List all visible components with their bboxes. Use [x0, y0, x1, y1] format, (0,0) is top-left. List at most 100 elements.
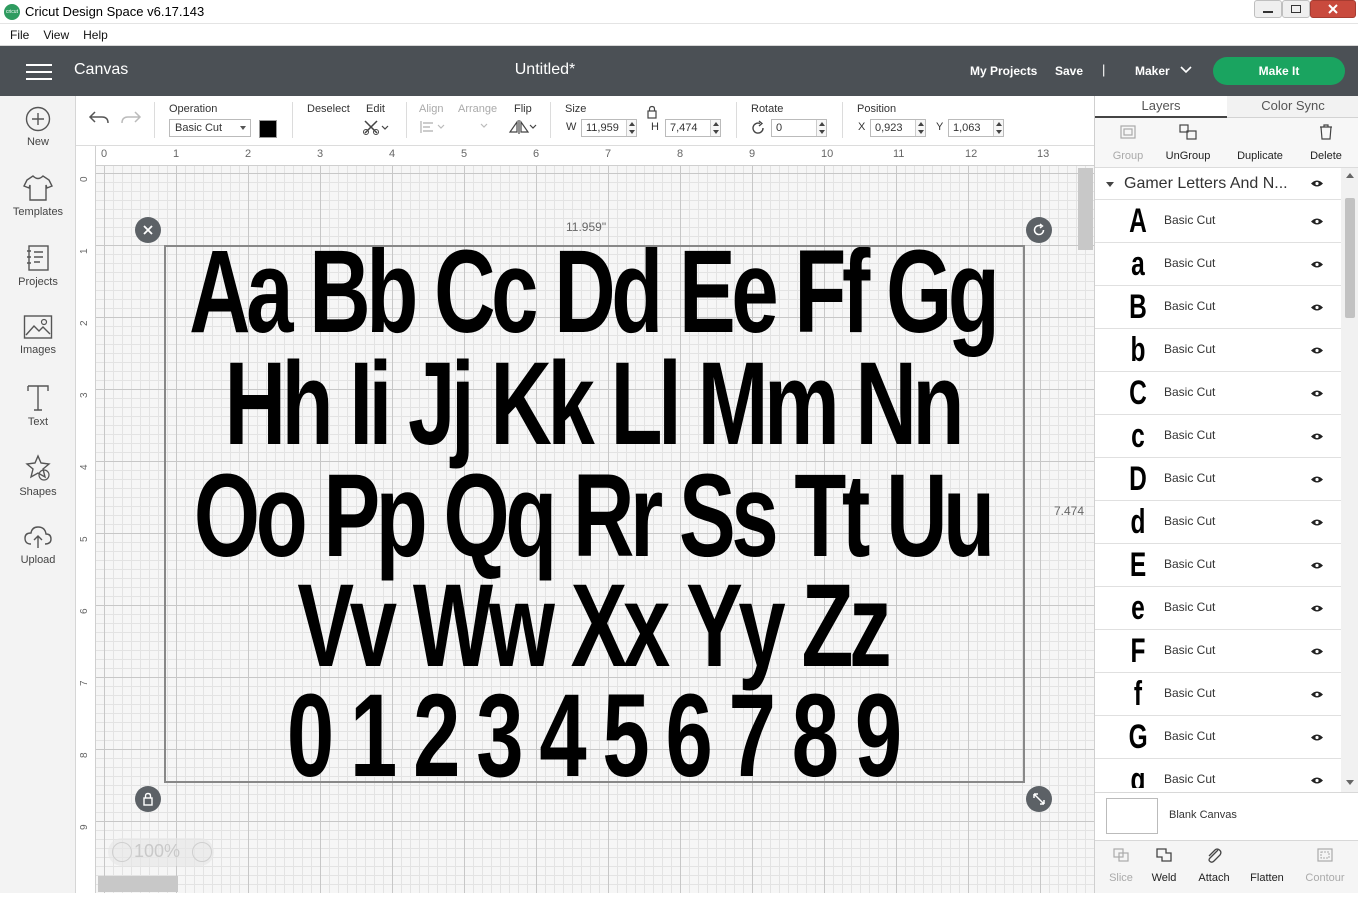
eye-icon[interactable]	[1310, 733, 1324, 742]
rail-shapes[interactable]: Shapes	[0, 454, 76, 498]
y-position-stepper[interactable]	[993, 120, 1003, 136]
eye-icon[interactable]	[1310, 776, 1324, 785]
width-input[interactable]: 11,959	[581, 119, 637, 137]
rotate-handle[interactable]	[1026, 217, 1052, 243]
maximize-icon	[1291, 5, 1301, 13]
chevron-down-icon[interactable]	[1180, 66, 1192, 74]
zoom-in-button[interactable]	[192, 842, 212, 862]
resize-handle[interactable]	[1026, 786, 1052, 812]
proportion-lock-handle[interactable]	[135, 786, 161, 812]
undo-icon[interactable]	[88, 110, 110, 126]
blank-canvas-row[interactable]: Blank Canvas	[1095, 792, 1358, 840]
weld-button[interactable]: Weld	[1138, 847, 1190, 884]
canvas-vertical-scrollbar[interactable]	[1078, 168, 1093, 250]
attach-button[interactable]: Attach	[1188, 847, 1240, 884]
layer-row[interactable]: A Basic Cut	[1095, 200, 1341, 243]
layer-row[interactable]: b Basic Cut	[1095, 329, 1341, 372]
canvas-horizontal-scrollbar[interactable]	[98, 876, 178, 892]
layer-row[interactable]: a Basic Cut	[1095, 243, 1341, 286]
scrollbar-thumb[interactable]	[1345, 198, 1355, 318]
weld-icon	[1156, 848, 1172, 862]
ruler-number: 11	[893, 148, 905, 160]
close-window-button[interactable]	[1310, 0, 1356, 18]
x-position-stepper[interactable]	[915, 120, 925, 136]
collapse-arrow-icon[interactable]	[1106, 182, 1114, 187]
canvas-swatch[interactable]	[1106, 798, 1158, 834]
menu-file[interactable]: File	[10, 28, 29, 42]
menu-view[interactable]: View	[43, 28, 69, 42]
tab-layers[interactable]: Layers	[1095, 96, 1227, 118]
x-position-input[interactable]: 0,923	[870, 119, 926, 137]
delete-button[interactable]: Delete	[1293, 123, 1358, 162]
ungroup-button[interactable]: UnGroup	[1155, 123, 1221, 162]
rail-text[interactable]: Text	[0, 384, 76, 428]
layer-row[interactable]: g Basic Cut	[1095, 759, 1341, 788]
flip-icon[interactable]	[508, 118, 538, 136]
rotate-stepper[interactable]	[816, 120, 826, 136]
scroll-up-icon[interactable]	[1346, 172, 1354, 178]
ruler-number: 8	[79, 752, 90, 758]
eye-icon[interactable]	[1310, 475, 1324, 484]
rail-images[interactable]: Images	[0, 314, 76, 356]
maximize-button[interactable]	[1282, 0, 1310, 18]
layer-row[interactable]: D Basic Cut	[1095, 458, 1341, 501]
edit-scissors-icon[interactable]	[362, 118, 390, 136]
redo-icon[interactable]	[120, 110, 142, 126]
minimize-button[interactable]	[1254, 0, 1282, 18]
eye-icon[interactable]	[1310, 260, 1324, 269]
tab-color-sync[interactable]: Color Sync	[1227, 96, 1358, 118]
rail-templates[interactable]: Templates	[0, 174, 76, 218]
my-projects-link[interactable]: My Projects	[970, 64, 1037, 78]
eye-icon[interactable]	[1310, 690, 1324, 699]
operation-color-swatch[interactable]	[259, 120, 277, 138]
y-position-input[interactable]: 1,063	[948, 119, 1004, 137]
contour-button[interactable]: Contour	[1299, 847, 1351, 884]
layer-row[interactable]: C Basic Cut	[1095, 372, 1341, 415]
eye-icon[interactable]	[1310, 303, 1324, 312]
zoom-out-button[interactable]	[112, 842, 132, 862]
layer-row[interactable]: F Basic Cut	[1095, 630, 1341, 673]
layer-row[interactable]: G Basic Cut	[1095, 716, 1341, 759]
operation-select[interactable]: Basic Cut	[169, 119, 251, 137]
eye-icon[interactable]	[1310, 647, 1324, 656]
layer-group-row[interactable]: Gamer Letters And N...	[1095, 168, 1341, 200]
eye-icon[interactable]	[1310, 346, 1324, 355]
lock-icon[interactable]	[646, 105, 658, 119]
layer-row[interactable]: B Basic Cut	[1095, 286, 1341, 329]
eye-icon[interactable]	[1310, 561, 1324, 570]
layer-row[interactable]: d Basic Cut	[1095, 501, 1341, 544]
height-input[interactable]: 7,474	[665, 119, 721, 137]
height-stepper[interactable]	[710, 120, 720, 136]
menu-help[interactable]: Help	[83, 28, 108, 42]
layers-scrollbar[interactable]	[1341, 168, 1358, 792]
eye-icon[interactable]	[1310, 217, 1324, 226]
left-toolbar: New Templates Projects Images Text Shape…	[0, 96, 76, 893]
eye-icon[interactable]	[1310, 518, 1324, 527]
scroll-down-icon[interactable]	[1346, 780, 1354, 786]
deselect-button[interactable]: Deselect	[307, 103, 350, 115]
chevron-down-icon[interactable]	[479, 122, 489, 130]
layer-tools: Group UnGroup Duplicate Delete	[1095, 118, 1358, 168]
layer-row[interactable]: E Basic Cut	[1095, 544, 1341, 587]
machine-selector[interactable]: Maker	[1135, 64, 1170, 78]
layer-row[interactable]: f Basic Cut	[1095, 673, 1341, 716]
eye-icon[interactable]	[1310, 389, 1324, 398]
group-button[interactable]: Group	[1095, 123, 1161, 162]
rail-upload[interactable]: Upload	[0, 524, 76, 566]
layer-row[interactable]: e Basic Cut	[1095, 587, 1341, 630]
flatten-button[interactable]: Flatten	[1241, 847, 1293, 884]
align-icon[interactable]	[419, 120, 447, 134]
save-link[interactable]: Save	[1055, 64, 1083, 78]
rotate-input[interactable]: 0	[771, 119, 827, 137]
delete-selection-handle[interactable]	[135, 217, 161, 243]
duplicate-button[interactable]: Duplicate	[1227, 123, 1293, 162]
chevron-down-icon	[240, 126, 246, 130]
eye-icon[interactable]	[1310, 432, 1324, 441]
eye-icon[interactable]	[1310, 604, 1324, 613]
rail-projects[interactable]: Projects	[0, 244, 76, 288]
width-stepper[interactable]	[626, 120, 636, 136]
rail-new[interactable]: New	[0, 106, 76, 148]
make-it-button[interactable]: Make It	[1213, 57, 1345, 85]
layer-row[interactable]: c Basic Cut	[1095, 415, 1341, 458]
eye-icon[interactable]	[1310, 179, 1324, 188]
